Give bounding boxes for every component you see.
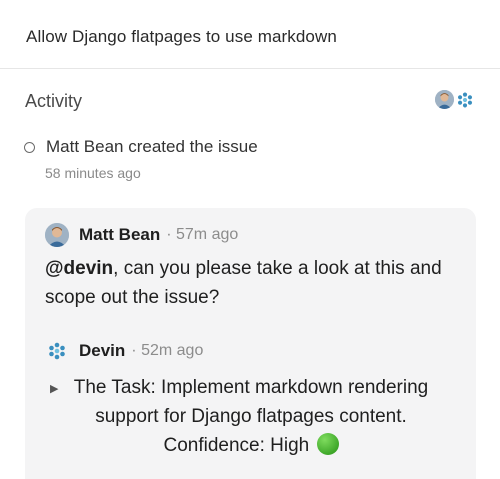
- comment-time: · 57m ago: [166, 226, 239, 243]
- reply-text: The Task: Implement markdown rendering s…: [73, 377, 429, 456]
- devin-avatar[interactable]: [456, 91, 474, 109]
- issue-title[interactable]: Allow Django flatpages to use markdown: [26, 27, 337, 47]
- created-event-time: 58 minutes ago: [45, 165, 141, 181]
- devin-logo-icon[interactable]: [47, 341, 67, 361]
- activity-heading: Activity: [25, 91, 83, 111]
- issue-header: Allow Django flatpages to use markdown: [0, 0, 500, 69]
- comment-card: Matt Bean · 57m ago @devin, can you plea…: [25, 208, 476, 479]
- comment-author[interactable]: Matt Bean: [79, 225, 160, 245]
- participants[interactable]: [435, 90, 474, 109]
- reply-body: The Task: Implement markdown rendering s…: [65, 373, 437, 460]
- matt-bean-avatar[interactable]: [435, 90, 454, 109]
- mention-devin[interactable]: @devin: [45, 258, 113, 279]
- avatar[interactable]: [45, 223, 69, 247]
- created-event-text: Matt Bean created the issue: [46, 137, 258, 156]
- triangle-right-icon[interactable]: ▶: [50, 382, 58, 395]
- comment-header: Matt Bean · 57m ago: [45, 223, 238, 247]
- reply-time: · 52m ago: [131, 342, 204, 359]
- comment-body: @devin, can you please take a look at th…: [45, 254, 455, 312]
- reply-author[interactable]: Devin: [79, 341, 125, 361]
- event-circle-icon: [24, 142, 35, 153]
- reply-header: Devin · 52m ago: [47, 341, 203, 361]
- green-circle-icon: [316, 433, 339, 455]
